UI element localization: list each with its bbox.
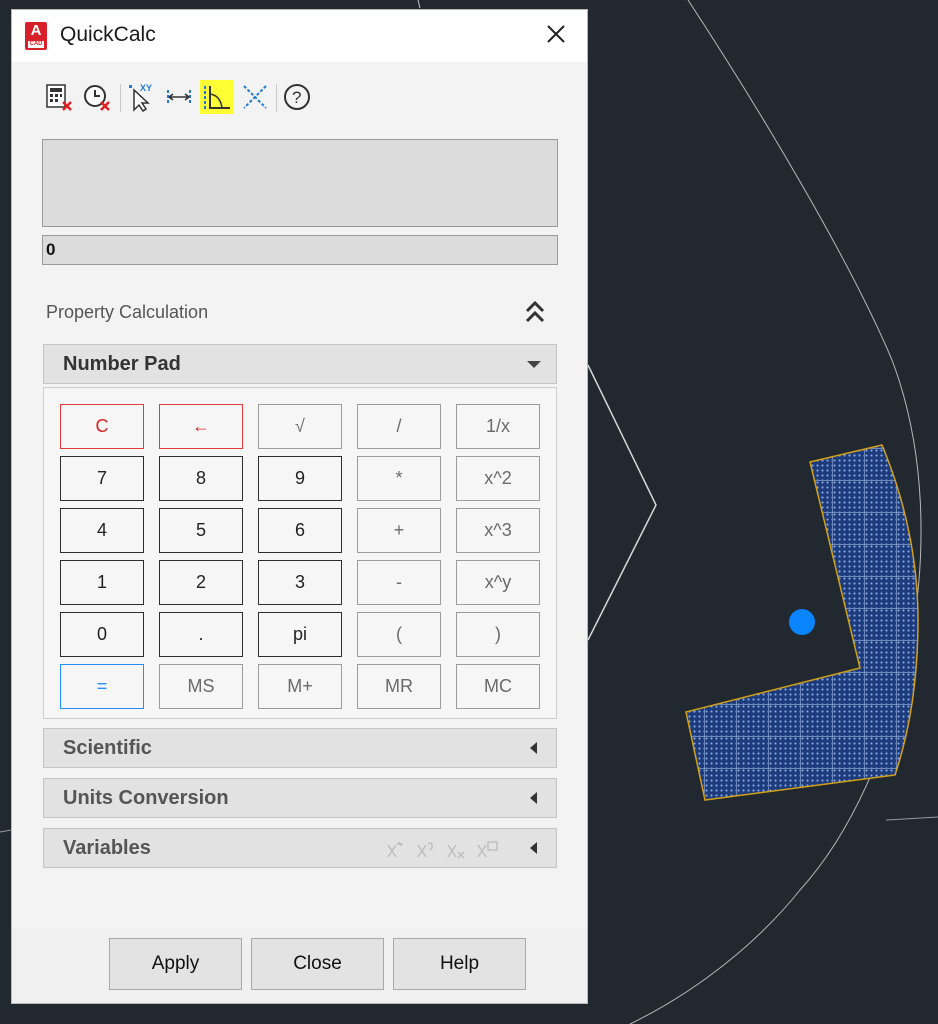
key-6-button[interactable]: 6	[258, 508, 342, 553]
get-coordinates-icon[interactable]: XY	[124, 80, 158, 114]
key-pi-button[interactable]: pi	[258, 612, 342, 657]
key-reciprocal-button[interactable]: 1/x	[456, 404, 540, 449]
collapse-chevron-icon[interactable]	[522, 298, 548, 326]
key-open-paren-button[interactable]: (	[357, 612, 441, 657]
key-3-button[interactable]: 3	[258, 560, 342, 605]
key-5-button[interactable]: 5	[159, 508, 243, 553]
toolbar: XY ?	[42, 80, 342, 116]
key-close-paren-button[interactable]: )	[456, 612, 540, 657]
key-1-button[interactable]: 1	[60, 560, 144, 605]
clear-history-icon[interactable]	[80, 80, 114, 114]
quickcalc-dialog: A CAD QuickCalc XY ? 0 Property Calculat…	[11, 9, 588, 1004]
angle-of-line-icon[interactable]	[200, 80, 234, 114]
clear-calculator-icon[interactable]	[42, 80, 76, 114]
key-divide-button[interactable]: /	[357, 404, 441, 449]
key-cube-button[interactable]: x^3	[456, 508, 540, 553]
key-4-button[interactable]: 4	[60, 508, 144, 553]
key-0-button[interactable]: 0	[60, 612, 144, 657]
key-subtract-button[interactable]: -	[357, 560, 441, 605]
key-backspace-button[interactable]: ←	[159, 404, 243, 449]
variables-header[interactable]: Variables	[43, 828, 557, 868]
key-clear-button[interactable]: C	[60, 404, 144, 449]
svg-text:XY: XY	[140, 83, 152, 93]
window-title: QuickCalc	[60, 23, 156, 46]
number-pad-header[interactable]: Number Pad	[43, 344, 557, 384]
help-icon[interactable]: ?	[280, 80, 314, 114]
key-memory-clear-button[interactable]: MC	[456, 664, 540, 709]
variable-tools-icons	[387, 841, 498, 859]
property-calculation-label: Property Calculation	[46, 302, 209, 322]
key-equals-button[interactable]: =	[60, 664, 144, 709]
autocad-logo-icon: A CAD	[25, 22, 47, 50]
title-bar: A CAD QuickCalc	[12, 10, 587, 62]
toolbar-separator	[120, 84, 121, 112]
key-9-button[interactable]: 9	[258, 456, 342, 501]
key-add-button[interactable]: +	[357, 508, 441, 553]
key-memory-add-button[interactable]: M+	[258, 664, 342, 709]
grip-point[interactable]	[789, 609, 815, 635]
toolbar-separator	[276, 84, 277, 112]
svg-text:?: ?	[292, 88, 301, 107]
key-power-button[interactable]: x^y	[456, 560, 540, 605]
key-square-button[interactable]: x^2	[456, 456, 540, 501]
input-display[interactable]: 0	[42, 235, 558, 265]
key-decimal-button[interactable]: .	[159, 612, 243, 657]
apply-button[interactable]: Apply	[109, 938, 242, 990]
close-icon[interactable]	[542, 20, 570, 48]
key-8-button[interactable]: 8	[159, 456, 243, 501]
key-multiply-button[interactable]: *	[357, 456, 441, 501]
scientific-header[interactable]: Scientific	[43, 728, 557, 768]
key-7-button[interactable]: 7	[60, 456, 144, 501]
expand-arrow-icon	[530, 842, 537, 854]
key-memory-store-button[interactable]: MS	[159, 664, 243, 709]
key-memory-recall-button[interactable]: MR	[357, 664, 441, 709]
number-pad: C ← √ / 1/x 7 8 9 * x^2 4 5 6 + x^3 1 2 3- x^y 0. pi () = MS M+ M…	[43, 387, 557, 719]
expand-arrow-icon	[530, 792, 537, 804]
intersection-of-lines-icon[interactable]	[238, 80, 272, 114]
key-2-button[interactable]: 2	[159, 560, 243, 605]
distance-between-points-icon[interactable]	[162, 80, 196, 114]
close-button[interactable]: Close	[251, 938, 384, 990]
help-button[interactable]: Help	[393, 938, 526, 990]
dropdown-arrow-icon	[527, 361, 541, 368]
units-conversion-header[interactable]: Units Conversion	[43, 778, 557, 818]
history-display	[42, 139, 558, 227]
expand-arrow-icon	[530, 742, 537, 754]
key-sqrt-button[interactable]: √	[258, 404, 342, 449]
